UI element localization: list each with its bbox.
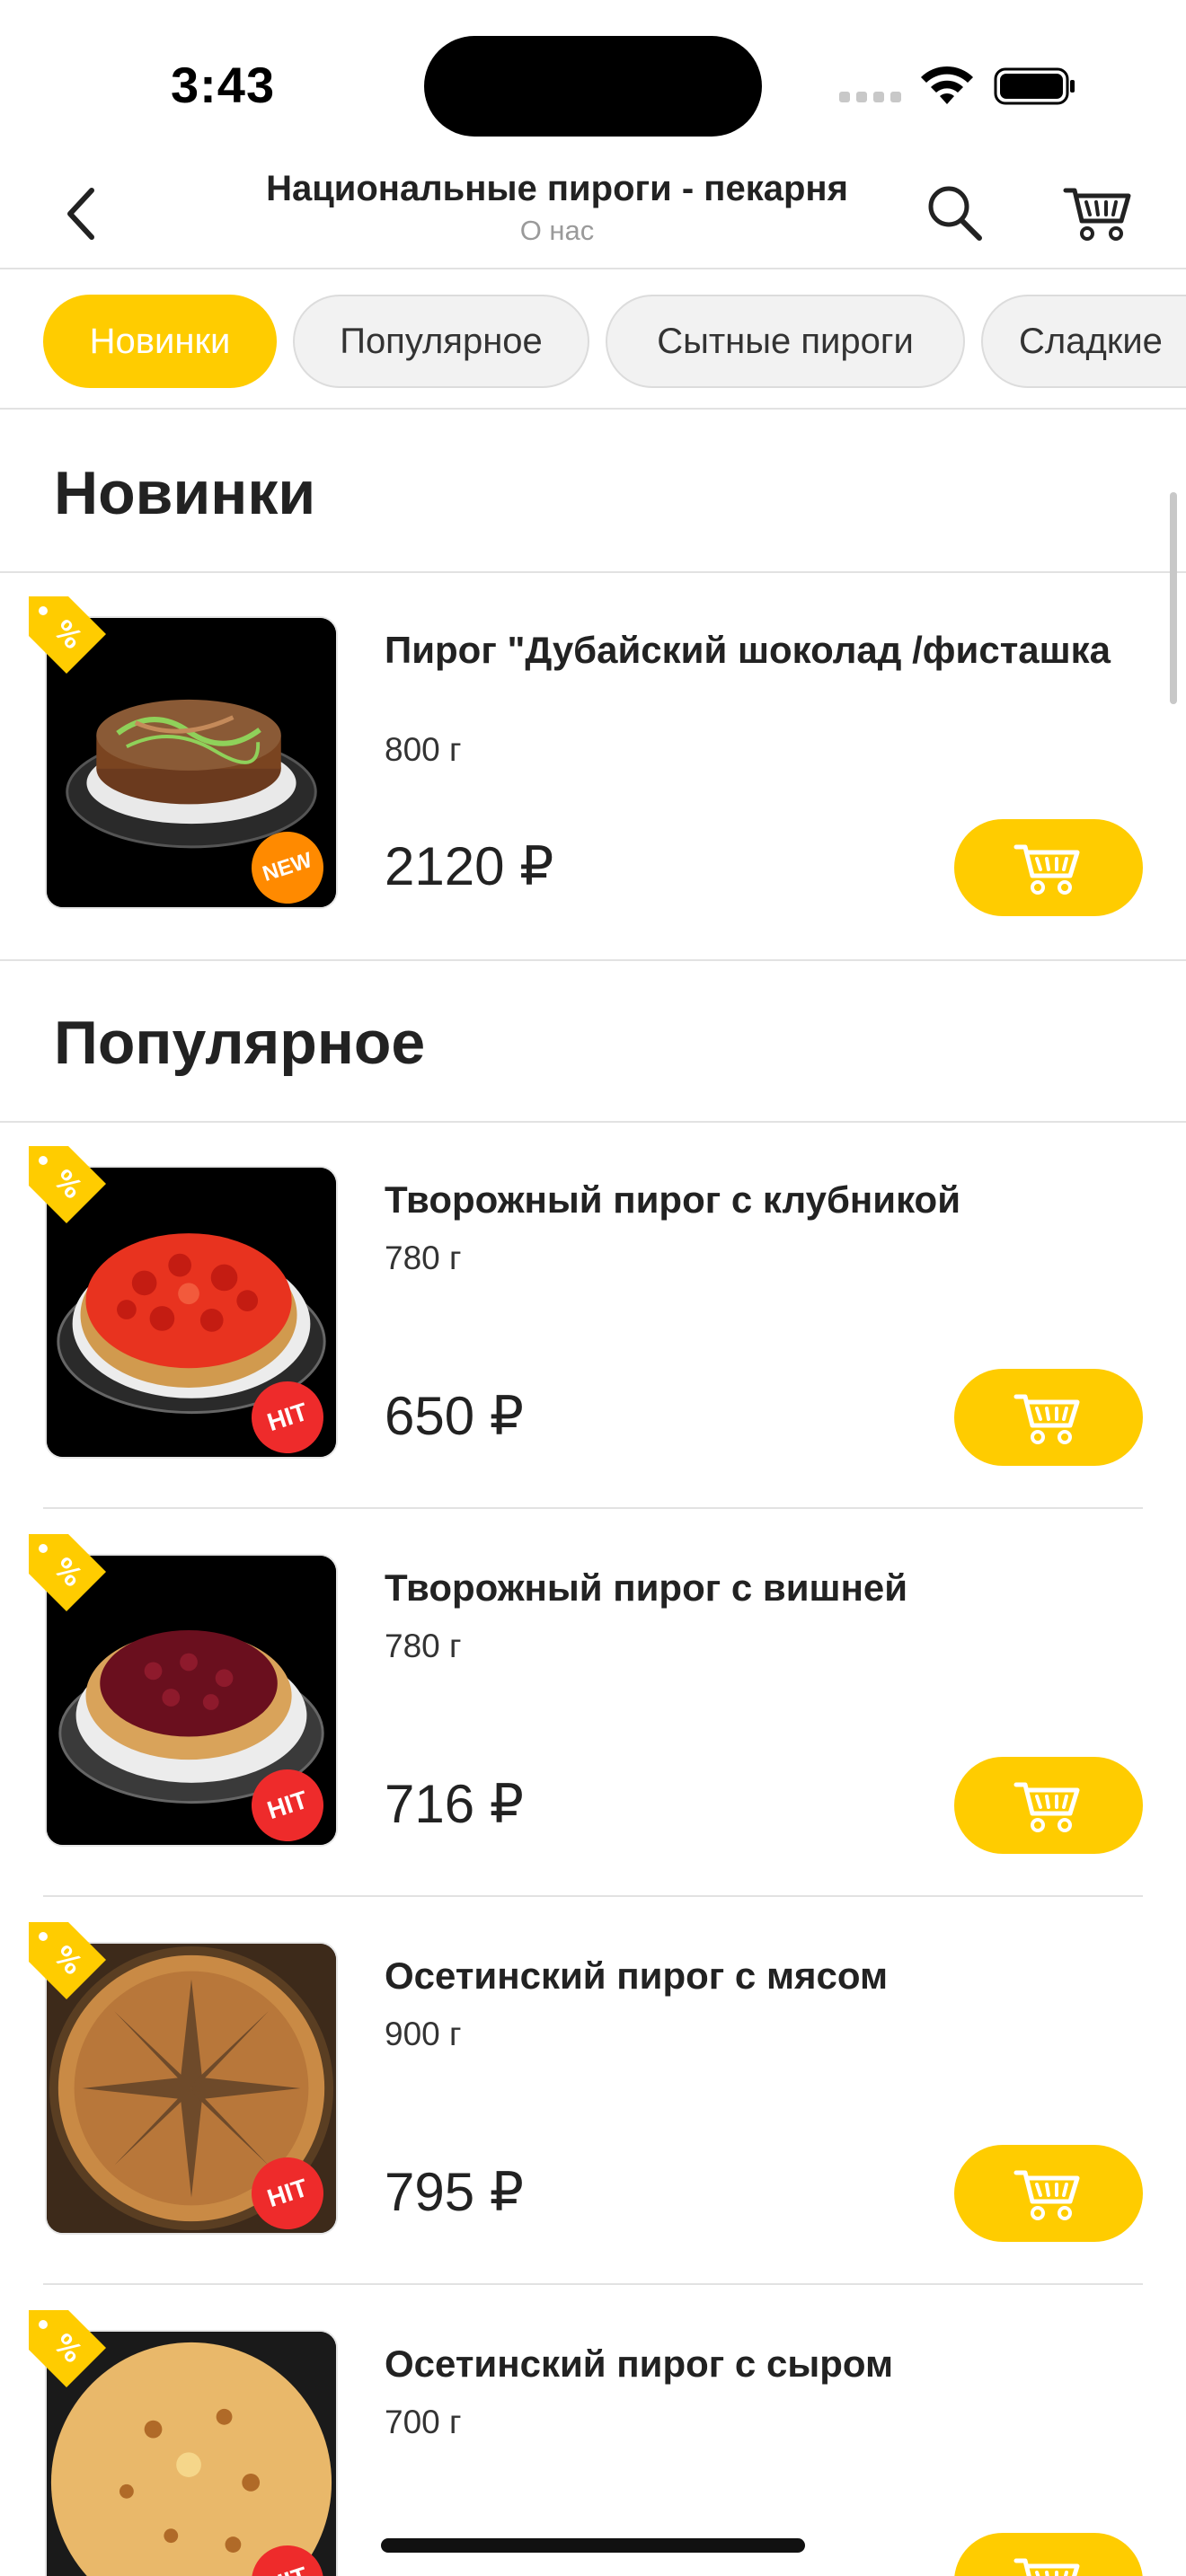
nav-bar: Национальные пироги - пекарня О нас bbox=[0, 153, 1186, 269]
sale-tag-icon: % bbox=[29, 1146, 106, 1223]
section-header-new: Новинки bbox=[0, 411, 1186, 573]
product-price: 716 ₽ bbox=[385, 1774, 524, 1834]
add-to-cart-icon bbox=[1013, 2558, 1080, 2576]
product-weight: 800 г bbox=[385, 731, 462, 768]
add-to-cart-icon bbox=[1013, 844, 1080, 895]
status-time: 3:43 bbox=[171, 57, 276, 113]
category-tabs: Новинки Популярное Сытные пироги Сладкие bbox=[0, 269, 1186, 410]
product-weight: 700 г bbox=[385, 2404, 462, 2440]
nav-title-block[interactable]: Национальные пироги - пекарня О нас bbox=[207, 169, 907, 247]
product-weight: 780 г bbox=[385, 1239, 462, 1276]
row-divider bbox=[43, 1507, 1143, 1509]
back-button[interactable] bbox=[52, 178, 115, 250]
product-card[interactable]: % HIT Осетинский пирог с мясом 900 г 795… bbox=[0, 1899, 1186, 2285]
product-name: Творожный пирог с клубникой bbox=[385, 1178, 961, 1221]
tab-novinki[interactable]: Новинки bbox=[43, 295, 277, 388]
product-name: Осетинский пирог с мясом bbox=[385, 1954, 889, 1997]
tab-popular[interactable]: Популярное bbox=[293, 295, 589, 388]
product-card[interactable]: % HIT Осетинский пирог с сыром 700 г bbox=[0, 2287, 1186, 2576]
product-price: 795 ₽ bbox=[385, 2162, 524, 2222]
sale-tag-icon: % bbox=[29, 1534, 106, 1611]
add-to-cart-button[interactable] bbox=[954, 819, 1143, 916]
battery-icon bbox=[994, 67, 1075, 105]
product-price: 2120 ₽ bbox=[385, 836, 554, 896]
add-to-cart-icon bbox=[1013, 2170, 1080, 2220]
product-weight: 900 г bbox=[385, 2016, 462, 2052]
product-card[interactable]: % HIT Творожный пирог с клубникой 780 г … bbox=[0, 1123, 1186, 1509]
add-to-cart-button[interactable] bbox=[954, 1369, 1143, 1466]
sale-tag-icon: % bbox=[29, 596, 106, 674]
add-to-cart-button[interactable] bbox=[954, 2145, 1143, 2242]
product-card[interactable]: % HIT Творожный пирог с вишней 780 г 716… bbox=[0, 1511, 1186, 1897]
search-icon[interactable] bbox=[920, 176, 988, 248]
product-name: Творожный пирог с вишней bbox=[385, 1566, 908, 1609]
section-title: Новинки bbox=[54, 459, 316, 527]
page-title: Национальные пироги - пекарня bbox=[266, 169, 848, 208]
section-header-popular: Популярное bbox=[0, 961, 1186, 1123]
tab-sweet[interactable]: Сладкие bbox=[981, 295, 1186, 388]
scrollbar[interactable] bbox=[1170, 492, 1177, 704]
product-weight: 780 г bbox=[385, 1628, 462, 1664]
status-bar: 3:43 bbox=[0, 0, 1186, 153]
about-link[interactable]: О нас bbox=[207, 215, 907, 247]
sale-tag-icon: % bbox=[29, 1922, 106, 1999]
product-price: 650 ₽ bbox=[385, 1386, 524, 1446]
dynamic-island bbox=[424, 36, 762, 137]
add-to-cart-button[interactable] bbox=[954, 1757, 1143, 1854]
wifi-icon bbox=[921, 66, 973, 104]
add-to-cart-icon bbox=[1013, 1394, 1080, 1444]
section-title: Популярное bbox=[54, 1009, 426, 1077]
product-card[interactable]: % NEW Пирог "Дубайский шоколад /фисташка… bbox=[0, 573, 1186, 959]
tab-hearty-pies[interactable]: Сытные пироги bbox=[606, 295, 965, 388]
add-to-cart-icon bbox=[1013, 1782, 1080, 1832]
product-name: Осетинский пирог с сыром bbox=[385, 2342, 894, 2385]
row-divider bbox=[43, 2283, 1143, 2285]
sale-tag-icon: % bbox=[29, 2310, 106, 2387]
cart-icon[interactable] bbox=[1060, 174, 1136, 250]
add-to-cart-button[interactable] bbox=[954, 2533, 1143, 2576]
product-name: Пирог "Дубайский шоколад /фисташка bbox=[385, 629, 1111, 671]
cellular-signal-icon bbox=[839, 90, 902, 104]
home-indicator[interactable] bbox=[381, 2538, 805, 2553]
row-divider bbox=[43, 1895, 1143, 1897]
